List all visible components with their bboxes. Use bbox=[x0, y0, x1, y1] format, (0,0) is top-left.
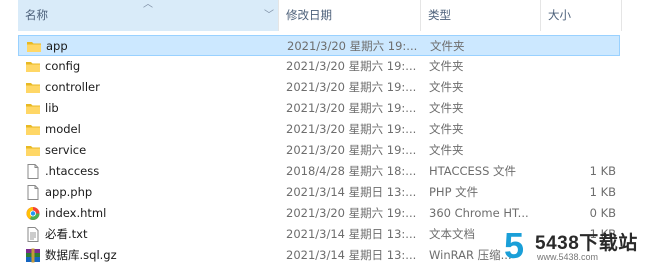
file-row[interactable]: app.php 2021/3/14 星期日 13:... PHP 文件 1 KB bbox=[18, 182, 620, 203]
file-name: controller bbox=[45, 80, 100, 94]
file-type: WinRAR 压缩... bbox=[429, 248, 512, 262]
file-date: 2021/3/20 星期六 19:... bbox=[286, 80, 417, 94]
file-row[interactable]: model 2021/3/20 星期六 19:... 文件夹 bbox=[18, 119, 620, 140]
file-type: PHP 文件 bbox=[429, 185, 479, 199]
winrar-icon bbox=[25, 248, 41, 263]
file-date: 2021/3/20 星期六 19:... bbox=[286, 101, 417, 115]
file-size: 1 KB bbox=[589, 164, 616, 178]
watermark-logo-icon: 5 bbox=[504, 228, 524, 262]
file-row[interactable]: index.html 2021/3/20 星期六 19:... 360 Chrome… bbox=[18, 203, 620, 224]
column-header-name[interactable]: ︿ 名称 ﹀ bbox=[18, 0, 278, 31]
column-name-label: 名称 bbox=[25, 8, 48, 22]
file-name: config bbox=[45, 59, 81, 73]
file-size: 0 KB bbox=[589, 206, 616, 220]
file-type: 文件夹 bbox=[429, 101, 464, 115]
file-name: lib bbox=[45, 101, 59, 115]
file-row[interactable]: .htaccess 2018/4/28 星期六 18:... HTACCESS 文件… bbox=[18, 161, 620, 182]
column-header-date[interactable]: 修改日期 bbox=[279, 0, 419, 31]
folder-icon bbox=[25, 80, 41, 95]
file-date: 2021/3/20 星期六 19:... bbox=[286, 143, 417, 157]
file-icon bbox=[25, 164, 41, 179]
file-date: 2021/3/20 星期六 19:... bbox=[286, 122, 417, 136]
file-date: 2021/3/20 星期六 19:... bbox=[287, 39, 418, 53]
file-name: 必看.txt bbox=[45, 227, 88, 241]
file-type: 文件夹 bbox=[429, 80, 464, 94]
column-date-label: 修改日期 bbox=[286, 8, 332, 22]
chrome-html-icon bbox=[25, 206, 41, 221]
file-row[interactable]: 数据库.sql.gz 2021/3/14 星期日 13:... WinRAR 压缩.… bbox=[18, 245, 620, 266]
column-header-type[interactable]: 类型 bbox=[421, 0, 539, 31]
folder-icon bbox=[26, 39, 42, 54]
column-type-label: 类型 bbox=[428, 8, 451, 22]
file-name: app.php bbox=[45, 185, 93, 199]
file-row[interactable]: service 2021/3/20 星期六 19:... 文件夹 bbox=[18, 140, 620, 161]
file-row[interactable]: lib 2021/3/20 星期六 19:... 文件夹 bbox=[18, 98, 620, 119]
column-header: ︿ 名称 ﹀ 修改日期 类型 大小 bbox=[0, 0, 659, 31]
watermark-url: www.5438.com bbox=[537, 252, 599, 262]
sort-ascending-icon: ︿ bbox=[143, 0, 153, 10]
folder-icon bbox=[25, 101, 41, 116]
file-name: index.html bbox=[45, 206, 107, 220]
file-row[interactable]: app 2021/3/20 星期六 19:... 文件夹 bbox=[18, 35, 620, 56]
file-date: 2021/3/14 星期日 13:... bbox=[286, 227, 417, 241]
file-type: 文件夹 bbox=[429, 59, 464, 73]
folder-icon bbox=[25, 143, 41, 158]
file-name: 数据库.sql.gz bbox=[45, 248, 117, 262]
file-date: 2021/3/20 星期六 19:... bbox=[286, 206, 417, 220]
file-date: 2021/3/14 星期日 13:... bbox=[286, 248, 417, 262]
file-name: app bbox=[46, 39, 68, 53]
file-size: 1 KB bbox=[589, 185, 616, 199]
file-date: 2018/4/28 星期六 18:... bbox=[286, 164, 417, 178]
folder-icon bbox=[25, 122, 41, 137]
chevron-down-icon[interactable]: ﹀ bbox=[264, 0, 274, 31]
column-divider[interactable] bbox=[621, 0, 622, 31]
column-header-size[interactable]: 大小 bbox=[541, 0, 621, 31]
file-type: 文本文档 bbox=[429, 227, 475, 241]
file-type: HTACCESS 文件 bbox=[429, 164, 517, 178]
file-icon bbox=[25, 185, 41, 200]
watermark-text: 5438下载站 bbox=[535, 233, 638, 254]
file-name: service bbox=[45, 143, 87, 157]
text-file-icon bbox=[25, 227, 41, 242]
folder-icon bbox=[25, 59, 41, 74]
file-type: 文件夹 bbox=[429, 143, 464, 157]
file-row[interactable]: 必看.txt 2021/3/14 星期日 13:... 文本文档 1 KB bbox=[18, 224, 620, 245]
file-date: 2021/3/14 星期日 13:... bbox=[286, 185, 417, 199]
file-row[interactable]: config 2021/3/20 星期六 19:... 文件夹 bbox=[18, 56, 620, 77]
file-type: 360 Chrome HT... bbox=[429, 206, 529, 220]
file-name: model bbox=[45, 122, 81, 136]
column-size-label: 大小 bbox=[548, 8, 571, 22]
file-date: 2021/3/20 星期六 19:... bbox=[286, 59, 417, 73]
file-type: 文件夹 bbox=[429, 122, 464, 136]
file-row[interactable]: controller 2021/3/20 星期六 19:... 文件夹 bbox=[18, 77, 620, 98]
svg-text:5: 5 bbox=[504, 228, 524, 262]
file-type: 文件夹 bbox=[430, 39, 465, 53]
file-name: .htaccess bbox=[45, 164, 100, 178]
